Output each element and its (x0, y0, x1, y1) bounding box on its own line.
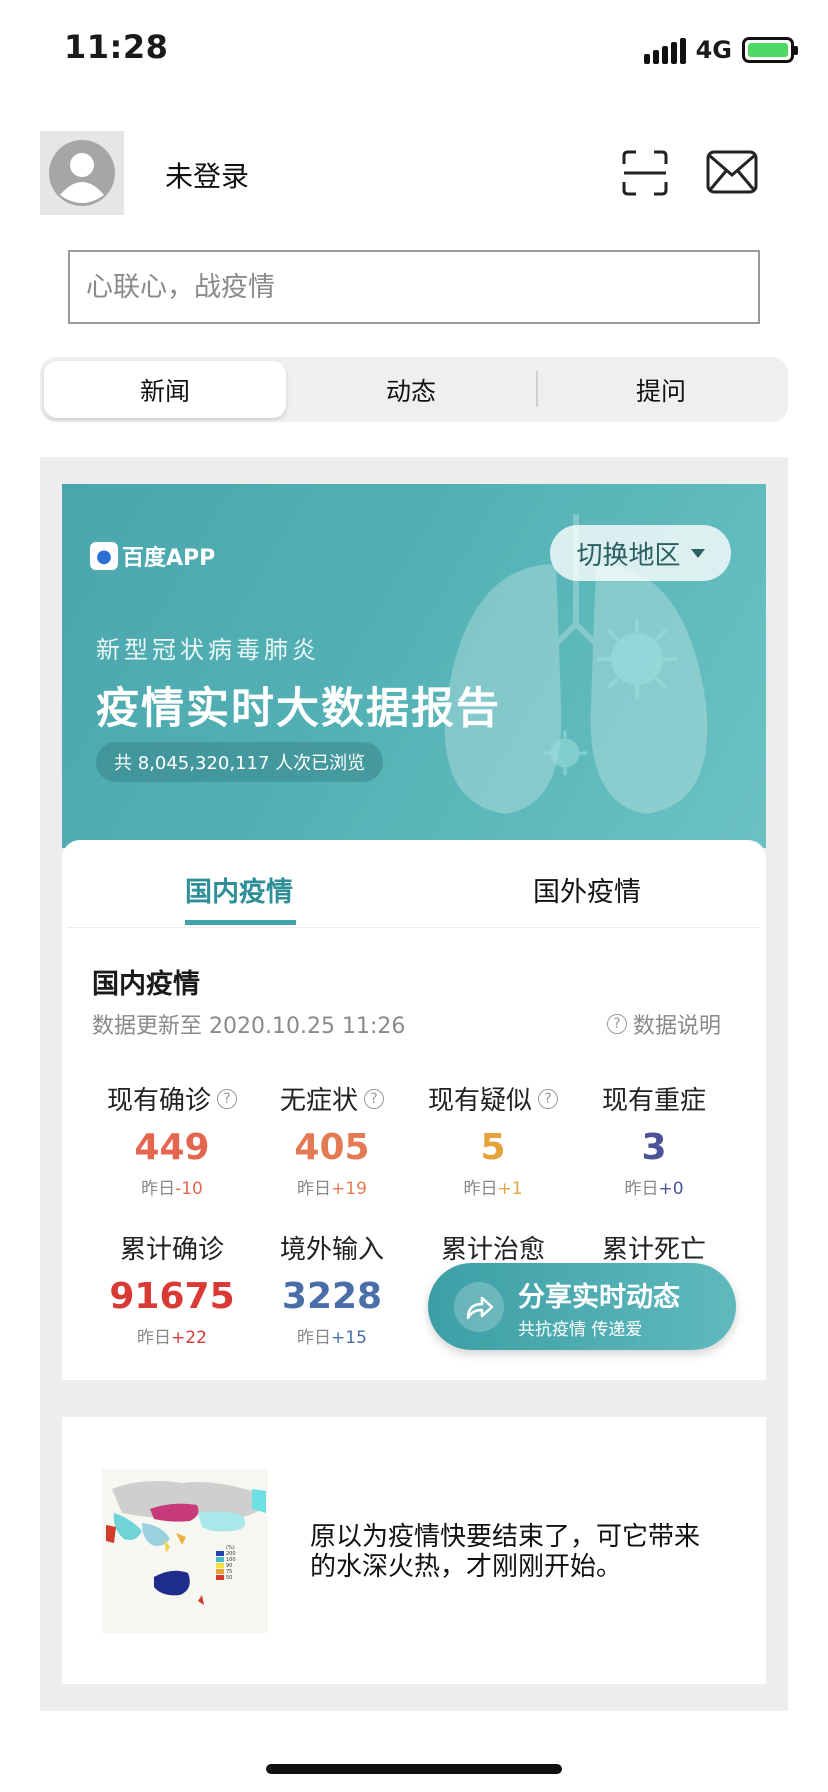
delta-value: +19 (331, 1179, 367, 1199)
help-icon[interactable]: ? (217, 1088, 237, 1109)
update-time: 数据更新至 2020.10.25 11:26 (92, 1014, 406, 1039)
stat-label: 现有重症 (601, 1086, 706, 1116)
stat-label: 无症状 (279, 1086, 358, 1116)
stat-label: 累计治愈 (440, 1235, 545, 1265)
stat-delta: 昨日+22 (92, 1323, 252, 1348)
divider (67, 927, 760, 928)
tab-foreign[interactable]: 国外疫情 (533, 870, 641, 909)
login-status[interactable]: 未登录 (165, 155, 249, 195)
paw-icon: ● (90, 542, 118, 570)
avatar[interactable] (40, 131, 124, 215)
help-icon[interactable]: ? (364, 1088, 384, 1109)
stat-value: 91675 (109, 1276, 235, 1317)
views-count: 共 8,045,320,117 人次已浏览 (96, 742, 384, 782)
stat-value: 3228 (281, 1276, 383, 1317)
share-subtitle: 共抗疫情 传递爱 (518, 1320, 643, 1340)
brand-label: 百度APP (122, 546, 216, 571)
news-thumbnail: (%) 200 100 90 75 50 (102, 1469, 268, 1633)
signal-icon (643, 36, 686, 64)
tab-domestic[interactable]: 国内疫情 (185, 870, 293, 909)
segmented-control: 新闻 动态 提问 (40, 357, 788, 422)
stat-label: 现有疑似 (427, 1086, 532, 1116)
virus-icon-small (542, 730, 588, 776)
stat-delta: 昨日+0 (574, 1174, 734, 1199)
switch-region-button[interactable]: 切换地区 (550, 525, 731, 581)
delta-value: +15 (331, 1328, 367, 1348)
stat-label: 境外输入 (279, 1235, 384, 1265)
mail-icon[interactable] (706, 150, 758, 194)
status-time: 11:28 (64, 28, 169, 66)
battery-icon (742, 37, 798, 63)
network-type: 4G (695, 36, 732, 64)
delta-prefix: 昨日 (141, 1179, 176, 1199)
avatar-icon (49, 140, 115, 206)
baidu-app-logo: ● 百度APP (90, 540, 215, 572)
delta-prefix: 昨日 (297, 1179, 332, 1199)
stat-asymptomatic: 无症状? 405 昨日+19 (252, 1080, 412, 1199)
virus-icon (597, 619, 677, 699)
stat-value: 3 (641, 1127, 667, 1168)
stat-delta: 昨日+1 (413, 1174, 573, 1199)
home-indicator[interactable] (266, 1764, 562, 1774)
share-live-button[interactable]: 分享实时动态 共抗疫情 传递爱 (428, 1263, 736, 1350)
stat-current-confirmed: 现有确诊? 449 昨日-10 (92, 1080, 252, 1199)
stat-total-confirmed: 累计确诊 91675 昨日+22 (92, 1229, 252, 1348)
banner-subtitle: 新型冠状病毒肺炎 (96, 636, 320, 664)
banner-title: 疫情实时大数据报告 (96, 684, 501, 734)
stat-imported: 境外输入 3228 昨日+15 (252, 1229, 412, 1348)
legend-value: 50 (226, 1575, 232, 1581)
tab-updates[interactable]: 动态 (286, 361, 536, 418)
delta-value: +0 (658, 1179, 684, 1199)
stat-delta: 昨日-10 (92, 1174, 252, 1199)
tab-questions[interactable]: 提问 (538, 361, 784, 418)
stat-value: 5 (480, 1127, 506, 1168)
share-title: 分享实时动态 (518, 1282, 680, 1313)
stat-value: 405 (294, 1127, 370, 1168)
search-box[interactable] (68, 250, 760, 324)
switch-region-label: 切换地区 (576, 540, 681, 571)
stat-value: 449 (134, 1127, 210, 1168)
help-icon[interactable]: ? (538, 1088, 558, 1109)
stat-label: 累计确诊 (119, 1235, 224, 1265)
delta-value: -10 (175, 1179, 203, 1199)
caret-down-icon (690, 548, 705, 558)
share-arrow-icon (454, 1282, 504, 1332)
search-input[interactable] (86, 271, 742, 303)
tab-news[interactable]: 新闻 (44, 361, 286, 418)
world-map-image: (%) 200 100 90 75 50 (102, 1469, 268, 1633)
status-indicators: 4G (643, 30, 798, 70)
stat-delta: 昨日+19 (252, 1174, 412, 1199)
delta-prefix: 昨日 (624, 1179, 659, 1199)
news-headline[interactable]: 原以为疫情快要结束了，可它带来的水深火热，才刚刚开始。 (310, 1522, 720, 1582)
stat-suspected: 现有疑似? 5 昨日+1 (413, 1080, 573, 1199)
help-icon: ? (607, 1014, 627, 1034)
stat-label: 累计死亡 (601, 1235, 706, 1265)
stat-severe: 现有重症 3 昨日+0 (574, 1080, 734, 1199)
data-explanation-link[interactable]: ? 数据说明 (607, 1008, 721, 1040)
scan-icon[interactable] (622, 150, 668, 196)
stat-total-deaths: 累计死亡 (574, 1229, 734, 1266)
delta-prefix: 昨日 (297, 1328, 332, 1348)
stat-label: 现有确诊 (106, 1086, 211, 1116)
section-title: 国内疫情 (92, 969, 200, 1000)
stat-total-cured: 累计治愈 (413, 1229, 573, 1266)
data-explanation-label: 数据说明 (633, 1014, 722, 1039)
delta-prefix: 昨日 (463, 1179, 498, 1199)
delta-value: +1 (497, 1179, 523, 1199)
stat-delta: 昨日+15 (252, 1323, 412, 1348)
tab-active-indicator (185, 920, 296, 925)
delta-prefix: 昨日 (137, 1328, 172, 1348)
delta-value: +22 (171, 1328, 207, 1348)
